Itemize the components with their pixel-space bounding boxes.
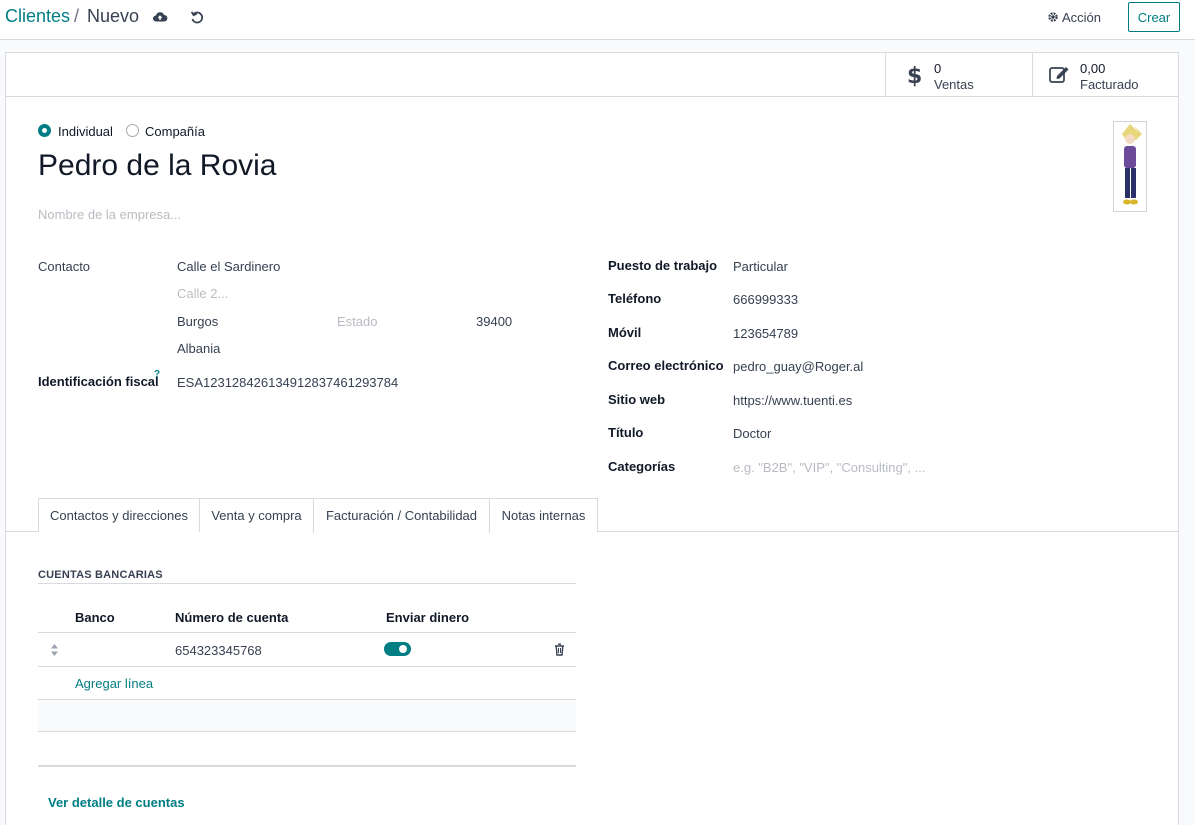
action-menu-button[interactable]: Acción bbox=[1062, 10, 1101, 25]
breadcrumb-separator: / bbox=[74, 6, 80, 26]
job-input[interactable]: Particular bbox=[733, 259, 788, 274]
bank-accounts-title: CUENTAS BANCARIAS bbox=[38, 569, 163, 581]
sales-label: Ventas bbox=[934, 77, 974, 92]
account-number-cell[interactable]: 654323345768 bbox=[175, 643, 262, 658]
partner-name-input[interactable]: Pedro de la Rovia bbox=[38, 149, 276, 183]
phone-input[interactable]: 666999333 bbox=[733, 292, 798, 307]
view-account-details-button[interactable]: Ver detalle de cuentas bbox=[48, 795, 185, 810]
col-account-header[interactable]: Número de cuenta bbox=[175, 610, 288, 625]
breadcrumb-current: Nuevo bbox=[87, 6, 140, 26]
individual-radio[interactable] bbox=[38, 124, 51, 137]
avatar[interactable] bbox=[1113, 121, 1147, 212]
mobile-input[interactable]: 123654789 bbox=[733, 326, 798, 341]
job-label: Puesto de trabajo bbox=[608, 258, 718, 273]
bank-table-header: Banco Número de cuenta Enviar dinero bbox=[38, 600, 576, 633]
drag-handle-icon[interactable] bbox=[50, 643, 59, 660]
invoiced-stat-button[interactable]: 0,00 Facturado bbox=[1032, 53, 1178, 97]
table-row[interactable]: 654323345768 bbox=[38, 633, 576, 667]
sales-count: 0 bbox=[934, 61, 942, 76]
invoiced-label: Facturado bbox=[1080, 77, 1139, 92]
company-radio-label[interactable]: Compañía bbox=[145, 124, 205, 139]
edit-icon bbox=[1049, 64, 1071, 87]
state-select[interactable]: Estado bbox=[337, 314, 377, 329]
title-label: Título bbox=[608, 425, 644, 440]
create-button[interactable]: Crear bbox=[1128, 2, 1180, 32]
tab-sales-purchase[interactable]: Venta y compra bbox=[199, 498, 314, 532]
sales-stat-button[interactable]: $ 0 Ventas bbox=[885, 53, 1033, 97]
discard-undo-icon[interactable] bbox=[189, 9, 205, 28]
company-name-input[interactable]: Nombre de la empresa... bbox=[38, 207, 181, 222]
trash-icon[interactable] bbox=[554, 643, 565, 659]
mobile-label: Móvil bbox=[608, 325, 642, 340]
control-panel: Clientes / Nuevo Acción Crear bbox=[0, 0, 1195, 40]
zip-input[interactable]: 39400 bbox=[476, 314, 512, 329]
company-radio[interactable] bbox=[126, 124, 139, 137]
vat-help-tooltip[interactable]: ? bbox=[154, 369, 160, 380]
svg-text:$: $ bbox=[907, 64, 922, 87]
table-footer-border bbox=[38, 765, 576, 767]
tab-invoicing-accounting[interactable]: Facturación / Contabilidad bbox=[313, 498, 490, 533]
email-input[interactable]: pedro_guay@Roger.al bbox=[733, 359, 863, 374]
street-input[interactable]: Calle el Sardinero bbox=[177, 259, 280, 274]
tab-internal-notes[interactable]: Notas internas bbox=[489, 498, 598, 532]
website-label: Sitio web bbox=[608, 392, 666, 407]
country-select[interactable]: Albania bbox=[177, 341, 220, 356]
save-cloud-icon[interactable] bbox=[152, 9, 168, 28]
phone-label: Teléfono bbox=[608, 291, 662, 306]
add-line-row: Agregar línea bbox=[38, 667, 576, 700]
tags-label: Categorías bbox=[608, 459, 676, 474]
add-line-link[interactable]: Agregar línea bbox=[75, 676, 153, 691]
empty-row bbox=[38, 700, 576, 732]
city-input[interactable]: Burgos bbox=[177, 314, 218, 329]
title-select[interactable]: Doctor bbox=[733, 426, 771, 441]
section-divider bbox=[38, 583, 576, 584]
contact-label: Contacto bbox=[38, 259, 91, 274]
breadcrumb-parent[interactable]: Clientes bbox=[5, 6, 70, 27]
gear-icon bbox=[1047, 11, 1059, 26]
tab-contacts-addresses[interactable]: Contactos y direcciones bbox=[38, 498, 200, 532]
vat-label: Identificación fiscal bbox=[38, 374, 159, 389]
individual-radio-label[interactable]: Individual bbox=[58, 124, 113, 139]
toggle-knob bbox=[399, 645, 407, 653]
col-send-header[interactable]: Enviar dinero bbox=[386, 610, 469, 625]
invoiced-amount: 0,00 bbox=[1080, 61, 1106, 76]
col-bank-header[interactable]: Banco bbox=[75, 610, 115, 625]
street2-input[interactable]: Calle 2... bbox=[177, 286, 228, 301]
dollar-icon: $ bbox=[906, 63, 922, 90]
vat-input[interactable]: ESA12312842613491283746129378​4 bbox=[177, 375, 398, 390]
email-label: Correo electrónico bbox=[608, 358, 724, 373]
send-money-toggle[interactable] bbox=[384, 642, 411, 656]
tags-input[interactable]: e.g. "B2B", "VIP", "Consulting", ... bbox=[733, 460, 925, 475]
website-input[interactable]: https://www.tuenti.es bbox=[733, 393, 852, 408]
